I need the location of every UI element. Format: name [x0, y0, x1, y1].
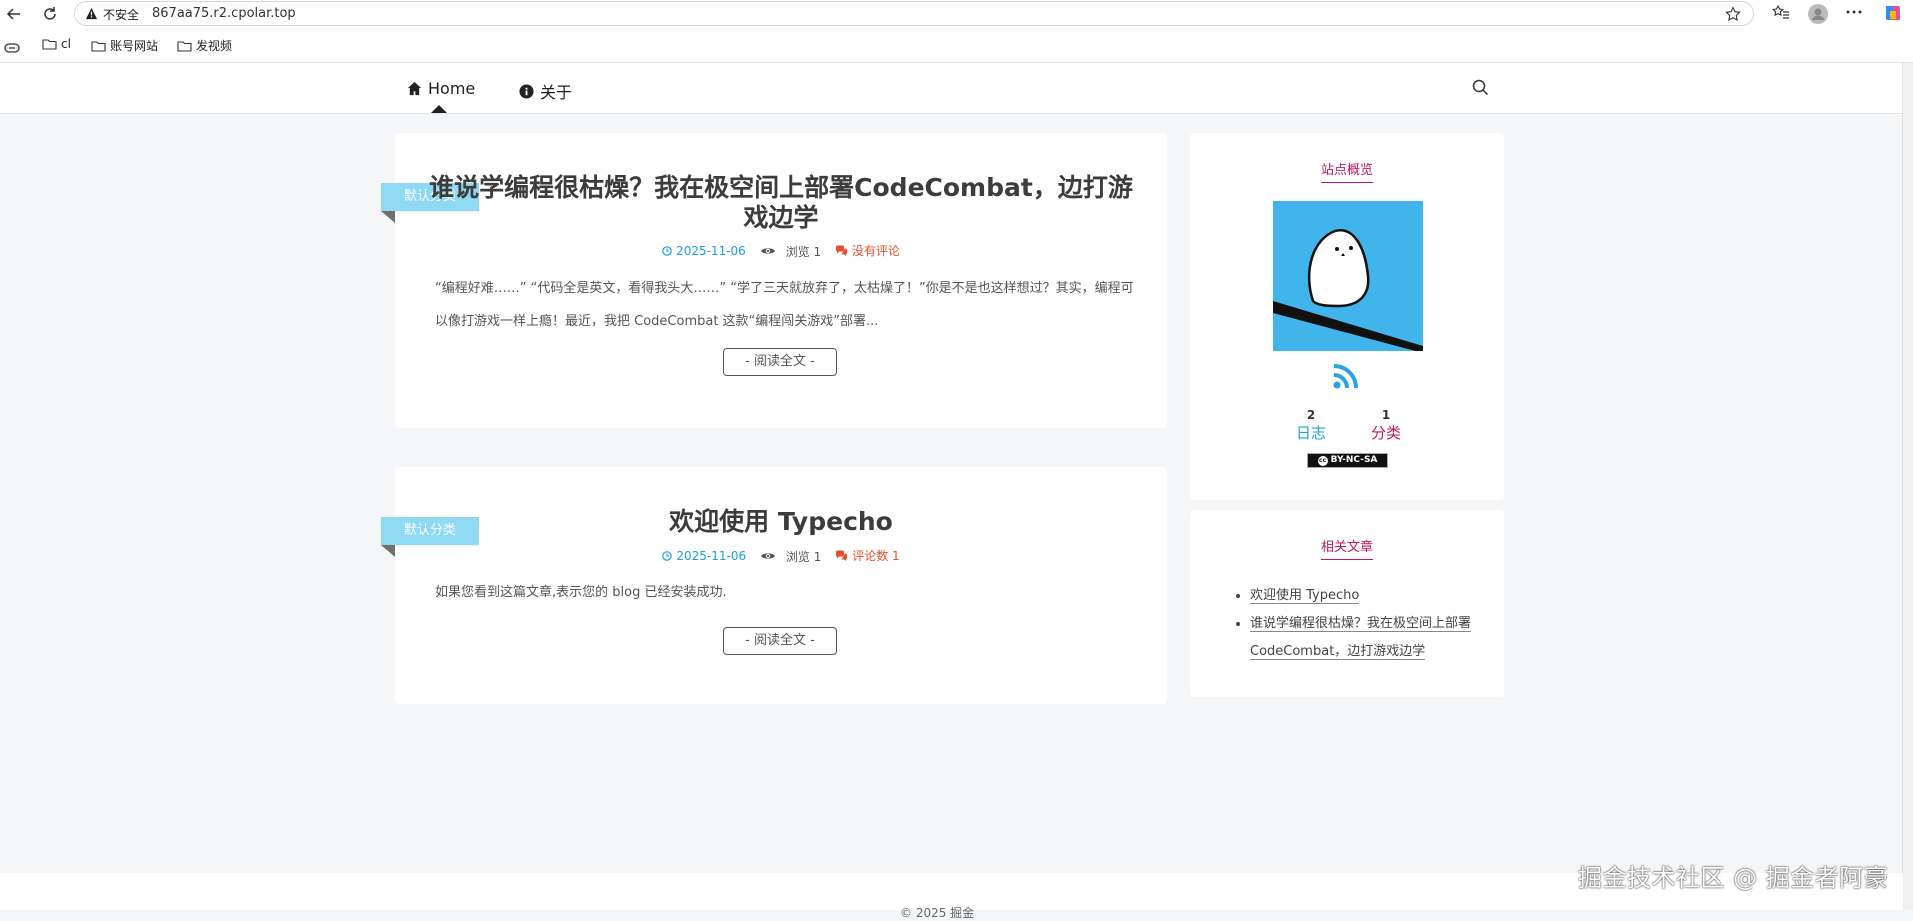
post-views: 浏览 1: [760, 548, 821, 565]
comments-icon: [836, 550, 848, 561]
bookmark-videos[interactable]: 发视频: [177, 37, 232, 54]
post-comments[interactable]: 评论数 1: [835, 547, 900, 564]
post-excerpt: “编程好难……” “代码全是英文，看得我头大……” “学了三天就放弃了，太枯燥了…: [435, 281, 1134, 329]
widget-title: 站点概览: [1190, 159, 1504, 183]
site-navbar: Home 关于: [0, 63, 1903, 114]
read-more-button[interactable]: - 阅读全文 -: [723, 627, 837, 655]
bookmark-cl[interactable]: cl: [42, 37, 71, 51]
url-text[interactable]: 867aa75.r2.cpolar.top: [152, 6, 296, 21]
comments-icon: [835, 245, 847, 256]
back-button[interactable]: [2, 2, 26, 26]
stat-posts-label: 日志: [1295, 424, 1326, 442]
cc-license-badge[interactable]: cc BY-NC-SA: [1307, 453, 1388, 468]
post-card: 默认分类 谁说学编程很枯燥？我在极空间上部署CodeCombat，边打游戏边学 …: [381, 133, 1167, 428]
nav-about[interactable]: 关于: [519, 79, 572, 103]
post-comments-text: 评论数 1: [852, 549, 900, 563]
post-comments[interactable]: 没有评论: [835, 242, 900, 259]
arrow-left-icon: [6, 8, 20, 20]
bookmark-label: 账号网站: [110, 39, 159, 53]
clock-icon: [662, 551, 673, 561]
search-icon[interactable]: [1472, 79, 1489, 96]
bird-avatar-icon: [1273, 201, 1423, 351]
post-comments-text: 没有评论: [851, 244, 900, 258]
post-date: 2025-11-06: [662, 244, 746, 258]
ribbon-fold: [381, 545, 395, 557]
favorites-icon[interactable]: [1772, 4, 1790, 22]
stat-posts[interactable]: 2 日志: [1281, 407, 1341, 443]
post-date: 2025-11-06: [662, 549, 746, 563]
nav-home[interactable]: Home: [407, 79, 475, 98]
bookmark-label: cl: [61, 37, 71, 51]
watermark: 掘金技术社区 @ 掘金者阿豪: [1578, 864, 1889, 892]
active-nav-indicator: [431, 105, 447, 113]
bookmark-label: 发视频: [196, 39, 233, 53]
star-icon[interactable]: [1725, 6, 1741, 22]
clock-icon: [662, 246, 672, 256]
post-title[interactable]: 谁说学编程很枯燥？我在极空间上部署CodeCombat，边打游戏边学: [425, 173, 1137, 233]
license-text: BY-NC-SA: [1330, 455, 1378, 465]
related-posts-widget: 相关文章 欢迎使用 Typecho 谁说学编程很枯燥？我在极空间上部署CodeC…: [1190, 510, 1504, 697]
bookmark-accounts[interactable]: 账号网站: [91, 37, 158, 54]
folder-icon: [177, 40, 192, 52]
folder-icon: [91, 40, 106, 52]
insecure-label: 不安全: [103, 8, 140, 22]
eye-icon: [760, 553, 775, 559]
post-meta: 2025-11-06 浏览 1 评论数 1: [395, 547, 1167, 565]
warning-icon: [85, 7, 98, 20]
rss-icon[interactable]: [1333, 363, 1361, 389]
post-meta: 2025-11-06 浏览 1 没有评论: [395, 242, 1167, 260]
site-overview-widget: 站点概览 2 日志 1 分类 cc BY-NC-SA: [1190, 133, 1504, 500]
nav-about-label: 关于: [540, 83, 573, 102]
post-card: 默认分类 欢迎使用 Typecho 2025-11-06 浏览 1 评论数 1 …: [381, 467, 1167, 704]
stat-posts-count: 2: [1306, 408, 1316, 422]
post-title[interactable]: 欢迎使用 Typecho: [425, 507, 1137, 537]
stat-categories[interactable]: 1 分类: [1356, 407, 1416, 443]
browser-chrome: 不安全 867aa75.r2.cpolar.top cl 账号网站 发视频: [0, 0, 1913, 63]
address-row: 不安全 867aa75.r2.cpolar.top: [0, 0, 1913, 28]
post-views: 浏览 1: [760, 243, 821, 260]
related-link[interactable]: 欢迎使用 Typecho: [1250, 588, 1360, 604]
folder-icon: [42, 39, 57, 50]
stat-categories-label: 分类: [1370, 424, 1401, 442]
reload-icon: [44, 7, 56, 20]
related-list: 欢迎使用 Typecho 谁说学编程很枯燥？我在极空间上部署CodeCombat…: [1230, 582, 1500, 666]
post-date-text: 2025-11-06: [676, 244, 746, 258]
address-bar[interactable]: 不安全 867aa75.r2.cpolar.top: [74, 1, 1754, 26]
post-date-text: 2025-11-06: [676, 549, 747, 563]
reload-button[interactable]: [38, 2, 62, 26]
tab-actions-icon[interactable]: [4, 43, 20, 53]
page-scrollbar[interactable]: [1902, 63, 1913, 910]
read-more-button[interactable]: - 阅读全文 -: [723, 348, 837, 376]
info-icon: [519, 83, 534, 99]
home-icon: [407, 81, 422, 96]
post-excerpt: 如果您看到这篇文章,表示您的 blog 已经安装成功.: [435, 585, 727, 600]
eye-icon: [760, 248, 775, 254]
footer-text: © 2025 掘金: [900, 906, 975, 920]
list-item: 欢迎使用 Typecho: [1250, 582, 1500, 610]
widget-title: 相关文章: [1190, 536, 1504, 560]
post-views-text: 浏览 1: [785, 549, 822, 564]
ribbon-fold: [381, 211, 395, 223]
copilot-icon[interactable]: [1882, 2, 1904, 24]
related-link[interactable]: 谁说学编程很枯燥？我在极空间上部署CodeCombat，边打游戏边学: [1250, 616, 1472, 660]
cc-icon: cc: [1317, 455, 1328, 466]
avatar: [1273, 201, 1423, 351]
stat-categories-count: 1: [1381, 408, 1391, 422]
bookmarks-bar: cl 账号网站 发视频: [0, 34, 1913, 58]
more-icon[interactable]: [1846, 10, 1862, 14]
post-views-text: 浏览 1: [785, 244, 822, 259]
nav-home-label: Home: [428, 79, 476, 98]
profile-icon[interactable]: [1808, 4, 1828, 24]
list-item: 谁说学编程很枯燥？我在极空间上部署CodeCombat，边打游戏边学: [1250, 610, 1500, 666]
